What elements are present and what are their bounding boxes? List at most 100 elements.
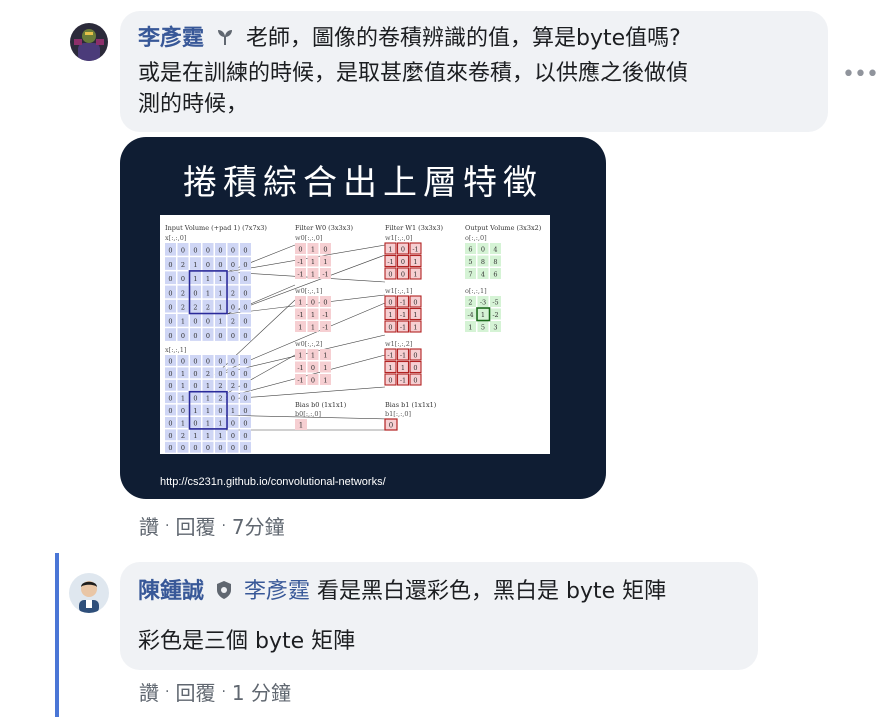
avatar-commenter-1[interactable] xyxy=(70,23,108,61)
grid-cell-value: 2 xyxy=(193,303,197,311)
separator-dot: · xyxy=(165,517,170,534)
grid-cell-value: 1 xyxy=(388,311,392,319)
bias0-title: Bias b0 (1x1x1) xyxy=(295,401,347,409)
x1-label: x[:,:,1] xyxy=(165,346,186,354)
convolution-figure: Input Volume (+pad 1) (7x7x3) Filter W0 … xyxy=(165,224,542,453)
grid-cell-value: 0 xyxy=(388,324,392,332)
grid-cell-value: 0 xyxy=(206,247,210,255)
grid-cell-value: 2 xyxy=(206,303,210,311)
grid-cell-value: 0 xyxy=(168,332,172,340)
output-grid-0: 6 0 45 8 87 4 6 xyxy=(465,243,501,279)
comment-text-2: 陳鍾誠 李彥霆 看是黑白還彩色，黑白是 byte 矩陣 xyxy=(138,577,666,606)
input-grid-1: 0 0 0 0 0 0 00 1 0 2 0 0 00 1 0 1 2 2 00 1 0 1 2 0 00 0 1 1 0 1 00 1 0 1 1… xyxy=(165,355,251,453)
grid-cell-value: 0 xyxy=(413,364,417,372)
col-output-label: Output Volume (3x3x2) xyxy=(465,224,542,232)
comment-author-1[interactable]: 李彥霆 xyxy=(138,26,204,51)
mention-link[interactable]: 李彥霆 xyxy=(244,579,310,604)
grid-cell-value: 1 xyxy=(298,324,302,332)
grid-cell-value: 0 xyxy=(243,357,247,365)
grid-cell-value: -1 xyxy=(297,377,303,385)
grid-cell-value: 0 xyxy=(193,382,197,390)
reply-link-2[interactable]: 回覆 xyxy=(175,681,215,705)
grid-cell-value: 0 xyxy=(218,332,222,340)
grid-cell-value: 1 xyxy=(323,364,327,372)
grid-cell-value: 0 xyxy=(231,332,235,340)
like-link-1[interactable]: 讚 xyxy=(139,515,159,539)
grid-cell-value: 1 xyxy=(193,275,197,283)
grid-cell-value: 0 xyxy=(243,370,247,378)
grid-cell-value: 0 xyxy=(168,275,172,283)
more-options-icon[interactable]: ••• xyxy=(842,64,879,86)
grid-cell-value: 1 xyxy=(181,395,185,403)
grid-cell-value: -1 xyxy=(322,271,328,279)
grid-cell-value: 1 xyxy=(323,377,327,385)
grid-cell-value: 1 xyxy=(206,275,210,283)
comment-bubble-2: 陳鍾誠 李彥霆 看是黑白還彩色，黑白是 byte 矩陣 彩色是三個 byte 矩… xyxy=(120,562,758,670)
grid-cell-value: 6 xyxy=(493,271,497,279)
grid-cell-value: 0 xyxy=(193,247,197,255)
x0-label: x[:,:,0] xyxy=(165,234,186,242)
col-filter1-label: Filter W1 (3x3x3) xyxy=(385,224,443,232)
grid-cell-value: 0 xyxy=(243,395,247,403)
grid-cell-value: 0 xyxy=(218,444,222,452)
comment-actions-1: 讚 · 回覆 · 7分鐘 xyxy=(139,511,285,540)
grid-cell-value: 0 xyxy=(181,247,185,255)
grid-cell-value: 1 xyxy=(298,352,302,360)
grid-cell-value: 0 xyxy=(193,289,197,297)
grid-cell-value: 1 xyxy=(311,258,315,266)
grid-cell-value: 2 xyxy=(181,432,185,440)
grid-cell-value: 1 xyxy=(413,311,417,319)
grid-cell-value: 2 xyxy=(181,289,185,297)
grid-cell-value: 1 xyxy=(181,382,185,390)
grid-cell-value: 1 xyxy=(181,370,185,378)
grid-cell-value: 0 xyxy=(311,377,315,385)
grid-cell-value: 1 xyxy=(206,395,210,403)
comment-line-2-1: 看是黑白還彩色，黑白是 byte 矩陣 xyxy=(317,579,667,604)
grid-cell-value: 0 xyxy=(243,261,247,269)
filter-w1-1: 0 -1 0 1 -1 1 0 -1 1 xyxy=(384,295,422,333)
grid-cell-value: 1 xyxy=(218,318,222,326)
bias1-title: Bias b1 (1x1x1) xyxy=(385,401,437,409)
grid-cell-value: 0 xyxy=(193,419,197,427)
grid-cell-value: 0 xyxy=(231,261,235,269)
grid-cell-value: 0 xyxy=(181,444,185,452)
like-link-2[interactable]: 讚 xyxy=(139,681,159,705)
reply-link-1[interactable]: 回覆 xyxy=(175,515,215,539)
o1-label: o[:,:,1] xyxy=(465,287,487,295)
grid-cell-value: 0 xyxy=(181,407,185,415)
verified-shield-icon xyxy=(214,579,234,599)
grid-cell-value: 1 xyxy=(481,311,485,319)
grid-cell-value: 0 xyxy=(218,370,222,378)
grid-cell-value: 0 xyxy=(231,395,235,403)
grid-cell-value: 1 xyxy=(413,258,417,266)
grid-cell-value: 2 xyxy=(231,318,235,326)
reply-thread-line xyxy=(55,553,59,717)
grid-cell-value: 1 xyxy=(206,407,210,415)
grid-cell-value: 0 xyxy=(231,432,235,440)
grid-cell-value: 1 xyxy=(401,364,405,372)
grid-cell-value: 0 xyxy=(181,357,185,365)
timestamp-1[interactable]: 7分鐘 xyxy=(232,515,285,539)
grid-cell-value: 0 xyxy=(218,357,222,365)
comment-text-1: 李彥霆 老師，圖像的卷積辨識的值，算是byte值嗎? xyxy=(138,24,681,53)
grid-cell-value: 8 xyxy=(481,258,485,266)
o0-label: o[:,:,0] xyxy=(465,234,487,242)
attached-slide-image[interactable]: 捲積綜合出上層特徵 Input Volume (+pad 1) (7x7x3) … xyxy=(120,137,606,499)
grid-cell-value: 0 xyxy=(413,377,417,385)
grid-cell-value: 0 xyxy=(168,395,172,403)
grid-cell-value: 0 xyxy=(193,370,197,378)
avatar-commenter-2[interactable] xyxy=(69,573,109,613)
comment-author-2[interactable]: 陳鍾誠 xyxy=(138,579,204,604)
grid-cell-value: 1 xyxy=(218,432,222,440)
bias0-value: 1 xyxy=(299,422,303,430)
grid-cell-value: 0 xyxy=(218,407,222,415)
grid-cell-value: 0 xyxy=(218,247,222,255)
grid-cell-value: -1 xyxy=(400,311,406,319)
input-grid-0: 0 0 0 0 0 0 00 2 1 0 0 0 00 0 1 1 1 0 00 2 0 1 1 2 00 2 2 2 1 0 00 1 0 0 1… xyxy=(165,243,251,341)
bias1-value: 0 xyxy=(389,422,393,430)
grid-cell-value: -1 xyxy=(412,246,418,254)
grid-cell-value: 0 xyxy=(231,275,235,283)
col-filter0-label: Filter W0 (3x3x3) xyxy=(295,224,353,232)
grid-cell-value: 0 xyxy=(243,332,247,340)
timestamp-2[interactable]: 1 分鐘 xyxy=(232,681,291,705)
